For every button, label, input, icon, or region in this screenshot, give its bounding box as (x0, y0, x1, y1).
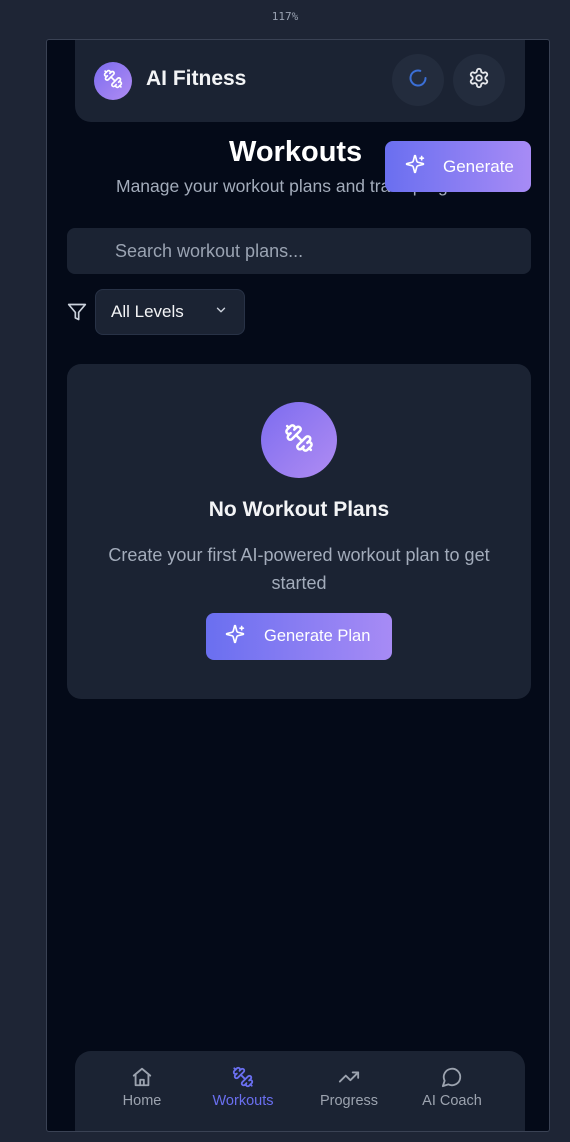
level-filter-select[interactable]: All Levels (95, 289, 245, 335)
app-logo (94, 62, 132, 100)
level-filter-value: All Levels (111, 302, 184, 321)
nav-label-progress: Progress (319, 1093, 379, 1109)
bottom-nav: Home Workouts Progress AI Coach (75, 1051, 525, 1131)
nav-item-ai-coach[interactable]: AI Coach (407, 1065, 497, 1109)
nav-label-ai-coach: AI Coach (422, 1093, 482, 1109)
generate-button-label: Generate (443, 156, 514, 176)
empty-state-title: No Workout Plans (208, 498, 390, 521)
trending-up-icon (337, 1066, 361, 1092)
gear-icon (468, 67, 490, 94)
settings-button[interactable] (453, 54, 505, 106)
chat-bubble-icon (441, 1066, 463, 1092)
nav-label-home: Home (122, 1093, 162, 1109)
zoom-level: 117% (271, 10, 299, 23)
refresh-button[interactable] (392, 54, 444, 106)
chevron-down-icon (214, 302, 228, 322)
app-header: AI Fitness (75, 40, 525, 122)
sparkles-icon (225, 624, 245, 649)
dumbbell-icon (103, 69, 123, 94)
empty-state-badge (261, 402, 337, 478)
sparkles-icon (405, 154, 425, 179)
app-window: AI Fitness Workouts Manage your workout … (46, 39, 550, 1132)
search-input[interactable]: Search workout plans... (67, 228, 531, 274)
dumbbell-icon (232, 1066, 254, 1092)
nav-item-progress[interactable]: Progress (304, 1065, 394, 1109)
generate-plan-label: Generate Plan (264, 627, 371, 645)
nav-item-workouts[interactable]: Workouts (198, 1065, 288, 1109)
page-title: Workouts (229, 136, 363, 168)
empty-state-card: No Workout Plans Create your first AI-po… (67, 364, 531, 699)
nav-label-workouts: Workouts (212, 1093, 274, 1109)
loading-spinner-icon (408, 68, 428, 93)
nav-item-home[interactable]: Home (97, 1065, 187, 1109)
home-icon (131, 1066, 153, 1092)
empty-state-description: Create your first AI-powered workout pla… (108, 545, 490, 593)
dumbbell-icon (284, 423, 314, 458)
app-title: AI Fitness (146, 67, 247, 90)
search-placeholder: Search workout plans... (115, 240, 304, 261)
funnel-icon (67, 302, 87, 327)
generate-plan-button[interactable]: Generate Plan (206, 613, 392, 660)
generate-button[interactable]: Generate (385, 141, 531, 192)
